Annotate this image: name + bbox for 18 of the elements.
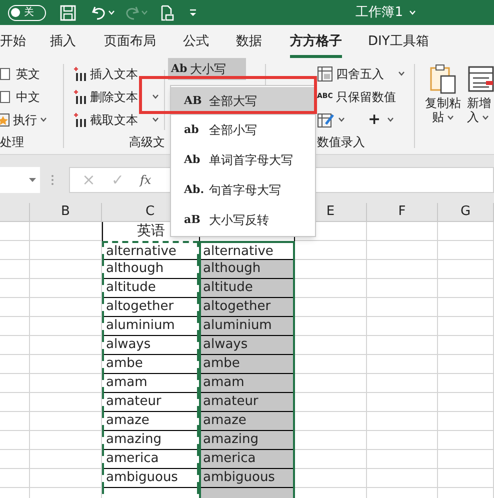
- checkbox-label: 中文: [16, 88, 40, 106]
- table-cell: amaze: [199, 412, 295, 431]
- table-cell: altitude: [199, 279, 295, 298]
- checkbox-label: 英文: [16, 66, 40, 82]
- table-cell: amateur: [199, 393, 295, 412]
- group-label: 处理: [0, 134, 25, 151]
- table-cell: alternative: [199, 241, 295, 260]
- table-cell: amazing: [199, 431, 295, 450]
- table-cell: amam: [199, 374, 295, 393]
- table-cell: aluminium: [199, 317, 295, 336]
- table-cell: america: [199, 450, 295, 469]
- table-cell: ambiguous: [199, 469, 295, 488]
- table-cell: ambe: [199, 355, 295, 374]
- table-cell: always: [199, 336, 295, 355]
- table-cell: altogether: [199, 298, 295, 317]
- table-cell: although: [199, 260, 295, 279]
- group-label: 数值录入: [317, 134, 366, 151]
- group-label: 高级文: [129, 134, 166, 151]
